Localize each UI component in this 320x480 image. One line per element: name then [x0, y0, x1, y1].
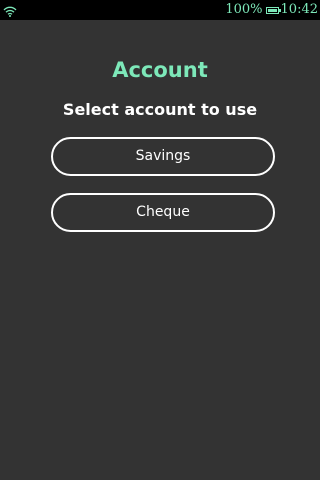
instruction-text: Select account to use: [62, 100, 258, 119]
battery-icon: [265, 6, 281, 14]
status-bar: 100% 10:42: [0, 0, 320, 20]
status-indicators: 100% 10:42: [225, 0, 318, 20]
wifi-icon: [3, 3, 17, 17]
battery-percentage: 100%: [225, 2, 263, 17]
savings-account-button[interactable]: Savings: [51, 137, 275, 176]
cheque-account-button[interactable]: Cheque: [51, 193, 275, 232]
clock: 10:42: [280, 2, 318, 17]
page-title: Account: [112, 58, 208, 82]
